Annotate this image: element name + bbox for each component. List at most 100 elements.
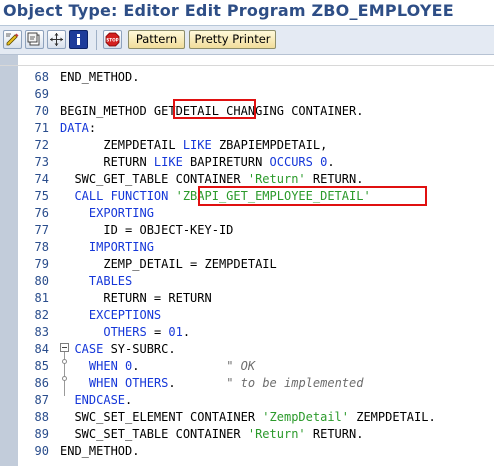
code-text: EXPORTING [60, 205, 154, 222]
code-token: OTHERS [103, 325, 147, 339]
code-line[interactable]: 84 CASE SY-SUBRC. [0, 341, 494, 358]
code-text: TABLES [60, 273, 132, 290]
code-token: SWC_GET_TABLE CONTAINER [60, 172, 248, 186]
code-token: TABLES [88, 274, 133, 288]
code-line[interactable]: 79 ZEMP_DETAIL = ZEMPDETAIL [0, 256, 494, 273]
code-line[interactable]: 71 DATA: [0, 120, 494, 137]
line-number: 83 [34, 325, 49, 339]
code-token: . [132, 359, 140, 373]
code-token: RETURN. [305, 172, 364, 186]
line-number: 77 [34, 223, 49, 237]
code-token: ZBAPIEMPDETAIL, [211, 138, 328, 152]
stop-icon[interactable]: STOP [103, 30, 122, 49]
code-line[interactable]: 72 ZEMPDETAIL LIKE ZBAPIEMPDETAIL, [0, 137, 494, 154]
svg-text:STOP: STOP [106, 38, 119, 43]
line-number: 75 [34, 189, 49, 203]
code-token: ENDCASE [74, 393, 126, 407]
code-editor[interactable]: 68 END_METHOD. 69 70 BEGIN_METHOD GETDETAIL … [0, 66, 494, 466]
toolbar-separator [96, 30, 97, 50]
line-number: 78 [34, 240, 49, 254]
code-token: ZEMPDETAIL. [349, 410, 436, 424]
code-line[interactable]: 89 SWC_SET_TABLE CONTAINER 'Return' RETU… [0, 426, 494, 443]
code-text: ZEMP_DETAIL = ZEMPDETAIL [60, 256, 276, 273]
code-token: END_METHOD. [60, 70, 140, 84]
line-number: 69 [34, 87, 49, 101]
code-line[interactable]: 90 END_METHOD. [0, 443, 494, 460]
code-line[interactable]: 74 SWC_GET_TABLE CONTAINER 'Return' RETU… [0, 171, 494, 188]
code-line[interactable]: 83 OTHERS = 01. [0, 324, 494, 341]
code-text: CALL FUNCTION 'ZBAPI_GET_EMPLOYEE_DETAIL… [60, 188, 370, 205]
code-line[interactable]: 87 ENDCASE. [0, 392, 494, 409]
code-line[interactable]: 76 EXPORTING [0, 205, 494, 222]
code-token: ID = OBJECT-KEY-ID [60, 223, 234, 237]
line-number: 73 [34, 155, 49, 169]
code-text: END_METHOD. [60, 69, 139, 86]
activate-icon[interactable] [25, 30, 44, 49]
line-number: 79 [34, 257, 49, 271]
code-line[interactable]: 85 WHEN 0. " OK [0, 358, 494, 375]
code-text: END_METHOD. [60, 443, 139, 460]
code-token: CASE [74, 342, 104, 356]
code-text: IMPORTING [60, 239, 154, 256]
code-line[interactable]: 69 [0, 86, 494, 103]
code-line[interactable]: 88 SWC_SET_ELEMENT CONTAINER 'ZempDetail… [0, 409, 494, 426]
code-text: CASE SY-SUBRC. [60, 341, 176, 358]
line-number: 72 [34, 138, 49, 152]
code-token: . [125, 393, 133, 407]
code-line[interactable]: 77 ID = OBJECT-KEY-ID [0, 222, 494, 239]
code-token: 'Return' [247, 427, 306, 441]
code-token: " to be implemented [175, 376, 364, 390]
code-token: EXCEPTIONS [88, 308, 162, 322]
code-token: GETDETAIL [153, 104, 219, 118]
window-title: Object Type: Editor Edit Program ZBO_EMP… [3, 1, 454, 20]
code-token: BEGIN_METHOD [60, 104, 154, 118]
code-token: EXPORTING [88, 206, 154, 220]
code-line[interactable]: 86 WHEN OTHERS. " to be implemented [0, 375, 494, 392]
line-number: 76 [34, 206, 49, 220]
line-number: 90 [34, 444, 49, 458]
title-bar: Object Type: Editor Edit Program ZBO_EMP… [0, 0, 494, 26]
code-token: : [88, 121, 97, 135]
code-token: OTHERS [125, 376, 169, 390]
line-number: 84 [34, 342, 49, 356]
code-text: RETURN LIKE BAPIRETURN OCCURS 0. [60, 154, 334, 171]
pattern-button[interactable]: Pattern [128, 30, 185, 49]
code-token: 'Return' [247, 172, 306, 186]
code-token: 'ZempDetail' [262, 410, 349, 424]
code-text: ZEMPDETAIL LIKE ZBAPIEMPDETAIL, [60, 137, 327, 154]
code-token: WHEN [88, 359, 118, 373]
code-line[interactable]: 82 EXCEPTIONS [0, 307, 494, 324]
line-number: 80 [34, 274, 49, 288]
code-token: SY-SUBRC. [103, 342, 176, 356]
code-line[interactable]: 75 CALL FUNCTION 'ZBAPI_GET_EMPLOYEE_DET… [0, 188, 494, 205]
info-icon[interactable] [69, 30, 88, 49]
code-token: CHANGING CONTAINER. [218, 104, 364, 118]
code-token: SWC_SET_TABLE CONTAINER [60, 427, 248, 441]
code-line[interactable]: 78 IMPORTING [0, 239, 494, 256]
code-line[interactable]: 73 RETURN LIKE BAPIRETURN OCCURS 0. [0, 154, 494, 171]
ruler-margin [0, 55, 18, 65]
code-text: WHEN 0. " OK [60, 358, 255, 375]
line-number: 89 [34, 427, 49, 441]
code-text: EXCEPTIONS [60, 307, 161, 324]
pretty-printer-button[interactable]: Pretty Printer [189, 30, 276, 49]
code-text: RETURN = RETURN [60, 290, 211, 307]
code-token: OCCURS [269, 155, 313, 169]
edit-pencil-icon[interactable] [3, 30, 22, 49]
fold-collapse-icon[interactable] [60, 343, 69, 352]
code-line[interactable]: 81 RETURN = RETURN [0, 290, 494, 307]
code-line[interactable]: 68 END_METHOD. [0, 69, 494, 86]
code-token: = [146, 325, 169, 339]
code-line[interactable]: 80 TABLES [0, 273, 494, 290]
code-token: ZEMPDETAIL [60, 138, 183, 152]
navigate-icon[interactable] [47, 30, 66, 49]
line-number: 87 [34, 393, 49, 407]
line-number: 81 [34, 291, 49, 305]
code-token: END_METHOD. [60, 444, 140, 458]
code-line[interactable]: 70 BEGIN_METHOD GETDETAIL CHANGING CONTAI… [0, 103, 494, 120]
